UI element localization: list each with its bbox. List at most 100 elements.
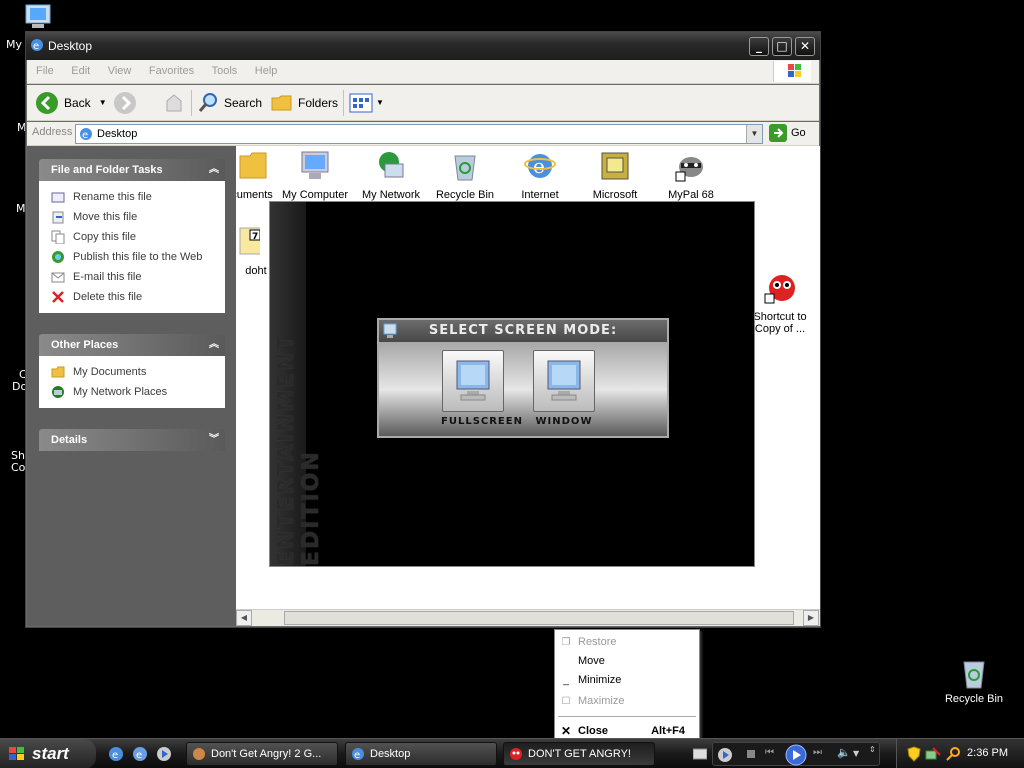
search-tray-icon[interactable]: [945, 746, 961, 762]
scroll-thumb[interactable]: [284, 611, 794, 625]
start-label: start: [32, 744, 69, 763]
desktop-item[interactable]: e Internet: [498, 150, 582, 201]
desktop-item[interactable]: My Computer: [273, 150, 357, 201]
item-label: MyPal 68: [668, 189, 714, 201]
fullscreen-label: FULLSCREEN: [441, 416, 523, 427]
task-email[interactable]: E-mail this file: [51, 267, 225, 287]
desktop-item[interactable]: Microsoft: [573, 150, 657, 201]
security-shield-icon[interactable]: [907, 746, 921, 762]
search-button[interactable]: Search: [197, 91, 262, 115]
forward-button[interactable]: [113, 91, 137, 115]
task-rename[interactable]: Rename this file: [51, 187, 225, 207]
menu-file[interactable]: File: [29, 60, 61, 82]
window-monitor-icon: [533, 350, 595, 412]
game-task-icon: [193, 748, 205, 760]
panel-body: My Documents My Network Places: [39, 356, 225, 408]
previous-icon[interactable]: ⏮: [765, 747, 774, 758]
screen-mode-dialog: SELECT SCREEN MODE: FULLSCREEN WINDOW: [377, 318, 669, 438]
place-my-network[interactable]: My Network Places: [51, 382, 225, 402]
up-arrow-icon: [166, 94, 182, 112]
desktop-item[interactable]: MyPal 68: [649, 150, 733, 201]
chevron-down-icon: ▼: [376, 98, 384, 107]
taskbar-task-game-installer[interactable]: Don't Get Angry! 2 G...: [186, 742, 338, 766]
menu-tools[interactable]: Tools: [205, 60, 245, 82]
minimize-button[interactable]: _: [749, 37, 769, 56]
task-publish[interactable]: Publish this file to the Web: [51, 247, 225, 267]
volume-icon[interactable]: 🔈: [837, 746, 851, 759]
my-computer-desktop-icon[interactable]: [22, 3, 54, 33]
collapse-icon[interactable]: ︽: [209, 334, 219, 356]
menu-maximize[interactable]: ☐ Maximize: [555, 692, 699, 711]
play-icon[interactable]: [717, 747, 733, 763]
views-button[interactable]: ▼: [349, 91, 384, 115]
stop-icon[interactable]: [747, 750, 755, 758]
menu-move[interactable]: Move: [555, 652, 699, 671]
up-folder-button[interactable]: [163, 91, 185, 115]
menu-edit[interactable]: Edit: [64, 60, 97, 82]
scroll-left-arrow[interactable]: ◀: [236, 610, 252, 626]
desktop-label: Co: [11, 461, 26, 474]
task-delete[interactable]: Delete this file: [51, 287, 225, 307]
desktop-item[interactable]: Recycle Bin: [423, 150, 507, 201]
menu-view[interactable]: View: [101, 60, 139, 82]
start-button[interactable]: start: [0, 739, 96, 768]
next-icon[interactable]: ⏭: [813, 747, 822, 758]
menu-restore[interactable]: ❐ Restore: [555, 633, 699, 652]
panel-header[interactable]: Details ︾: [39, 429, 225, 451]
taskbar-task-dont-get-angry[interactable]: DON'T GET ANGRY!: [503, 742, 655, 766]
maximize-button[interactable]: □: [772, 37, 792, 56]
menu-favorites[interactable]: Favorites: [142, 60, 201, 82]
folders-label: Folders: [298, 96, 339, 110]
desktop-item[interactable]: My Network: [349, 150, 433, 201]
menu-help[interactable]: Help: [248, 60, 285, 82]
toolbar: Back ▼ Search Folders ▼: [27, 85, 819, 121]
task-label: Move this file: [73, 211, 138, 223]
network-icon: [379, 152, 404, 178]
clock[interactable]: 2:36 PM: [967, 747, 1008, 759]
svg-text:e: e: [354, 750, 360, 761]
place-my-documents[interactable]: My Documents: [51, 362, 225, 382]
task-label: Delete this file: [73, 291, 143, 303]
network-tray-icon[interactable]: [925, 746, 941, 762]
panel-header[interactable]: Other Places ︽: [39, 334, 225, 356]
back-button[interactable]: Back ▼: [35, 91, 107, 115]
chevron-down-icon[interactable]: ▼: [853, 749, 859, 758]
recycle-bin-desktop-icon[interactable]: Recycle Bin: [944, 656, 1004, 705]
task-move[interactable]: Move this file: [51, 207, 225, 227]
mypal-raccoon-icon: [675, 157, 703, 182]
window-button[interactable]: WINDOW: [532, 350, 596, 427]
quicklaunch-ie-icon[interactable]: e: [108, 746, 124, 762]
angry-face-icon: [510, 748, 522, 760]
back-arrow-icon: [36, 92, 58, 114]
folders-button[interactable]: Folders: [271, 91, 338, 115]
item-label: Microsoft: [592, 189, 638, 201]
system-tray: 2:36 PM: [896, 739, 1024, 768]
my-documents-icon: [51, 366, 65, 378]
windows-flag-icon: [9, 747, 24, 760]
main-play-icon[interactable]: [785, 744, 807, 766]
collapse-icon[interactable]: ︽: [209, 159, 219, 181]
task-copy[interactable]: Copy this file: [51, 227, 225, 247]
fullscreen-button[interactable]: FULLSCREEN: [441, 350, 523, 427]
horizontal-scrollbar[interactable]: ◀ ▶: [236, 609, 820, 626]
expand-icon[interactable]: ︾: [209, 429, 219, 451]
svg-text:e: e: [33, 41, 39, 52]
place-label: My Network Places: [73, 386, 168, 398]
title-bar[interactable]: e Desktop _ □ ✕: [26, 32, 820, 60]
close-button[interactable]: ✕: [795, 37, 815, 56]
menu-minimize[interactable]: _ Minimize: [555, 671, 699, 690]
panel-header[interactable]: File and Folder Tasks ︽: [39, 159, 225, 181]
scroll-right-arrow[interactable]: ▶: [803, 610, 819, 626]
dialog-title-text: SELECT SCREEN MODE:: [428, 323, 618, 338]
taskbar-task-desktop[interactable]: e Desktop: [345, 742, 497, 766]
quicklaunch-desktop-icon[interactable]: e: [132, 746, 148, 762]
keyboard-icon[interactable]: [693, 748, 707, 760]
go-button[interactable]: Go: [769, 124, 806, 142]
address-input[interactable]: e Desktop ▼: [75, 124, 763, 144]
file-icon: 7: [239, 227, 263, 255]
restore-player-icon[interactable]: ⇕: [869, 745, 876, 754]
quicklaunch-media-icon[interactable]: [156, 746, 172, 762]
desktop-label: My: [6, 38, 23, 51]
computer-icon: [301, 151, 329, 179]
address-dropdown-button[interactable]: ▼: [746, 125, 762, 143]
